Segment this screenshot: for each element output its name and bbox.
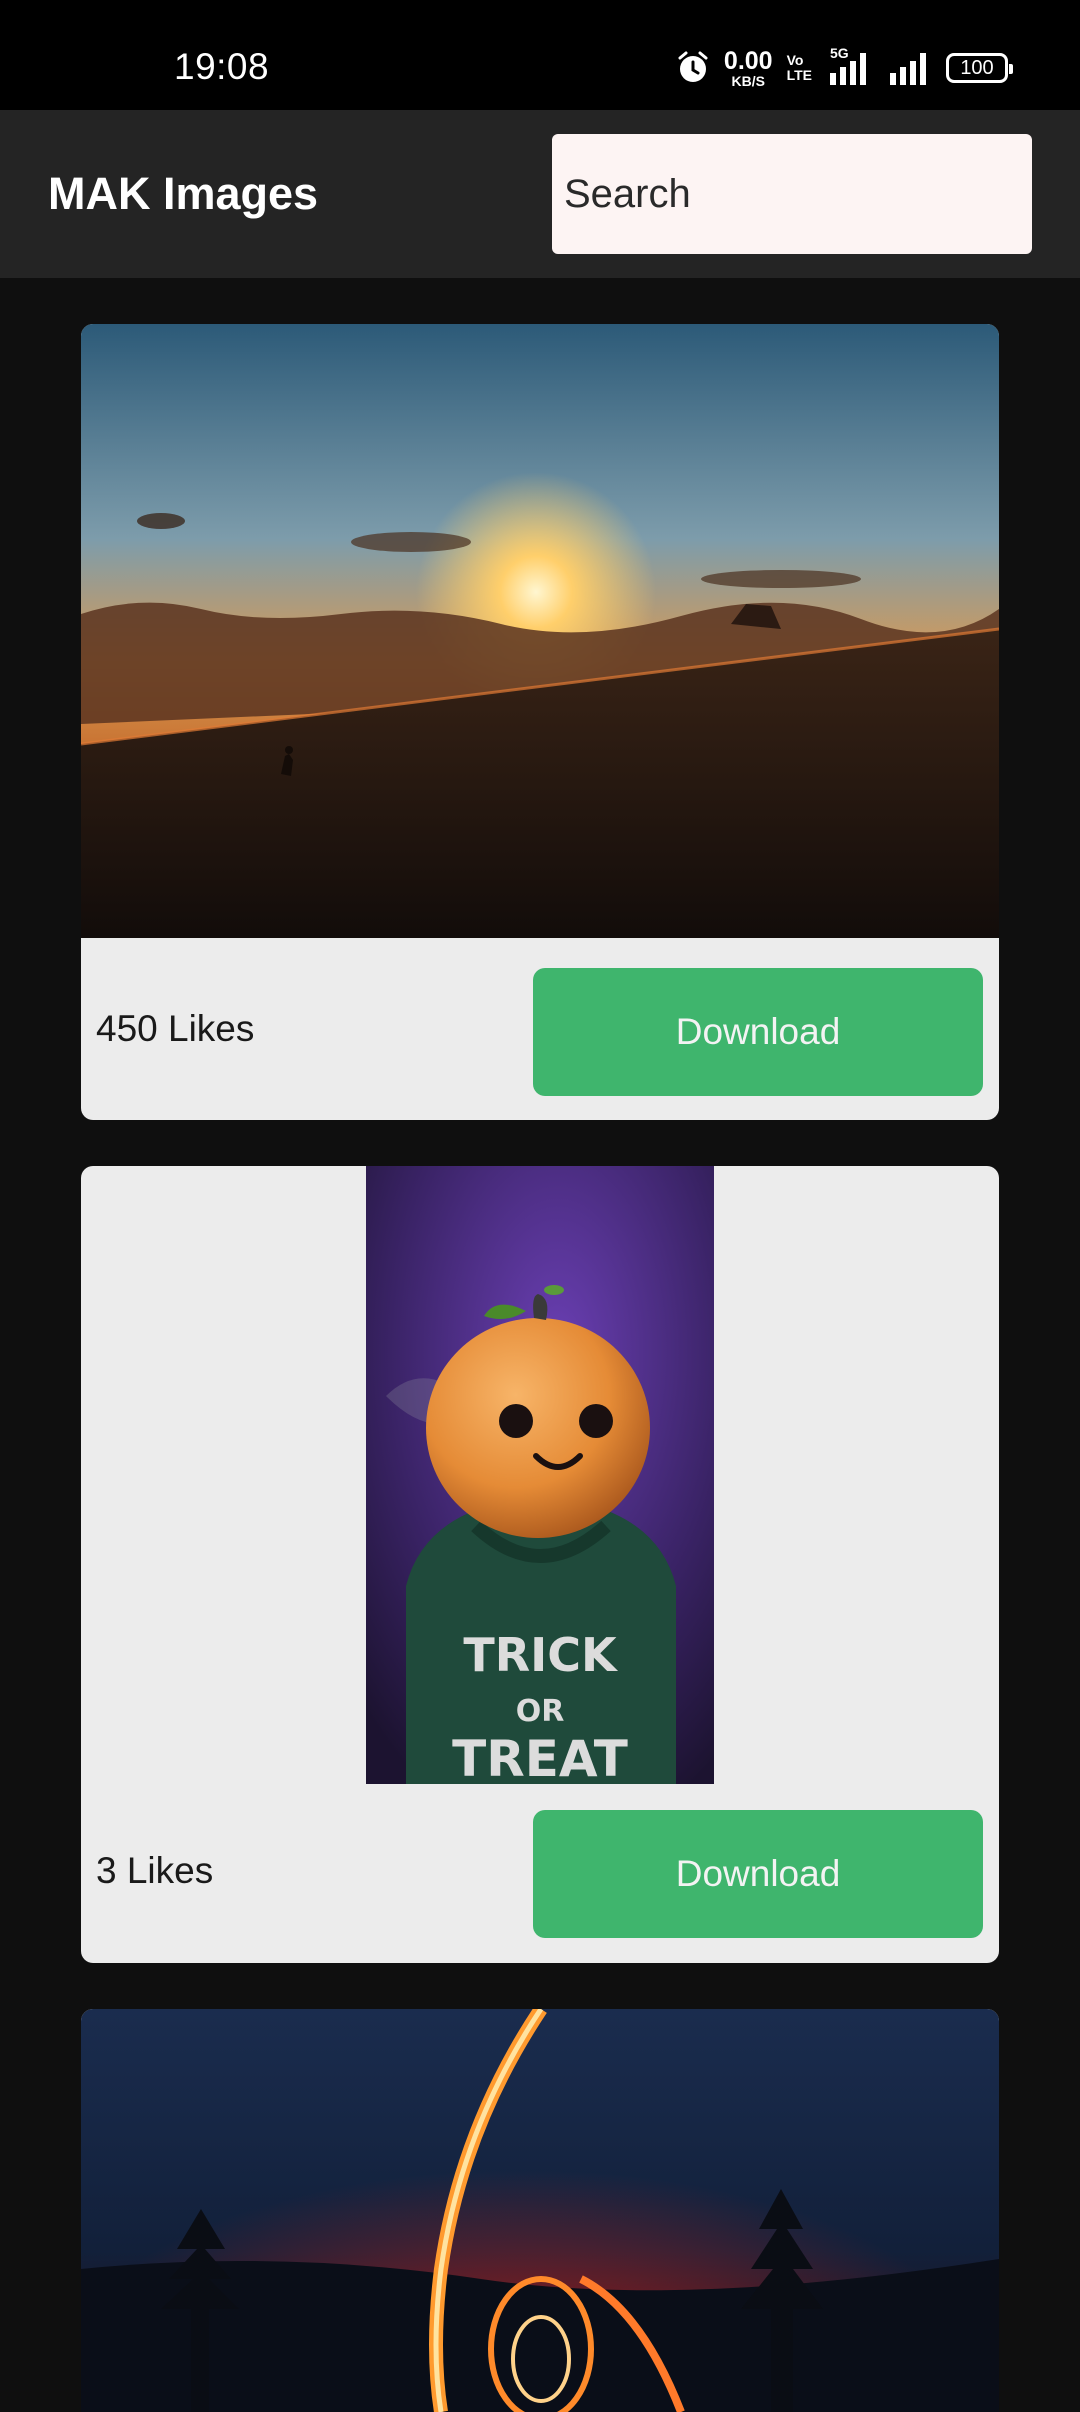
svg-text:OR: OR	[516, 1694, 565, 1729]
light-trail-forest-photo[interactable]	[81, 2009, 999, 2412]
image-card: 450 Likes Download	[81, 324, 999, 1120]
svg-text:TRICK: TRICK	[463, 1628, 619, 1682]
download-button[interactable]: Download	[533, 968, 983, 1096]
desert-sunset-photo[interactable]	[81, 324, 999, 938]
likes-count: 450 Likes	[96, 1008, 255, 1049]
app-title: MAK Images	[48, 168, 319, 219]
network-speed: 0.00 KB/S	[723, 46, 773, 89]
network-type-label: 5G	[830, 45, 849, 61]
signal-icon	[890, 53, 926, 85]
volte-indicator: Vo LTE	[786, 52, 812, 83]
signal-5g: 5G	[826, 45, 872, 85]
alarm-icon	[678, 51, 708, 82]
battery-indicator: 100	[946, 53, 1013, 83]
image-card: TRICK OR TREAT 3 Likes Download	[81, 1166, 999, 1963]
status-time: 19:08	[174, 46, 270, 87]
download-button[interactable]: Download	[533, 1810, 983, 1938]
svg-text:TREAT: TREAT	[452, 1730, 628, 1784]
status-bar: 19:08 0.00 KB/S Vo LTE 5G 100	[0, 0, 1080, 110]
search-input[interactable]	[552, 134, 1032, 254]
app-bar: MAK Images	[0, 110, 1080, 278]
pumpkin-head-photo[interactable]: TRICK OR TREAT	[366, 1166, 714, 1784]
likes-count: 3 Likes	[96, 1850, 214, 1891]
status-icons: 0.00 KB/S Vo LTE 5G 100	[676, 45, 1013, 89]
image-card	[81, 2009, 999, 2412]
